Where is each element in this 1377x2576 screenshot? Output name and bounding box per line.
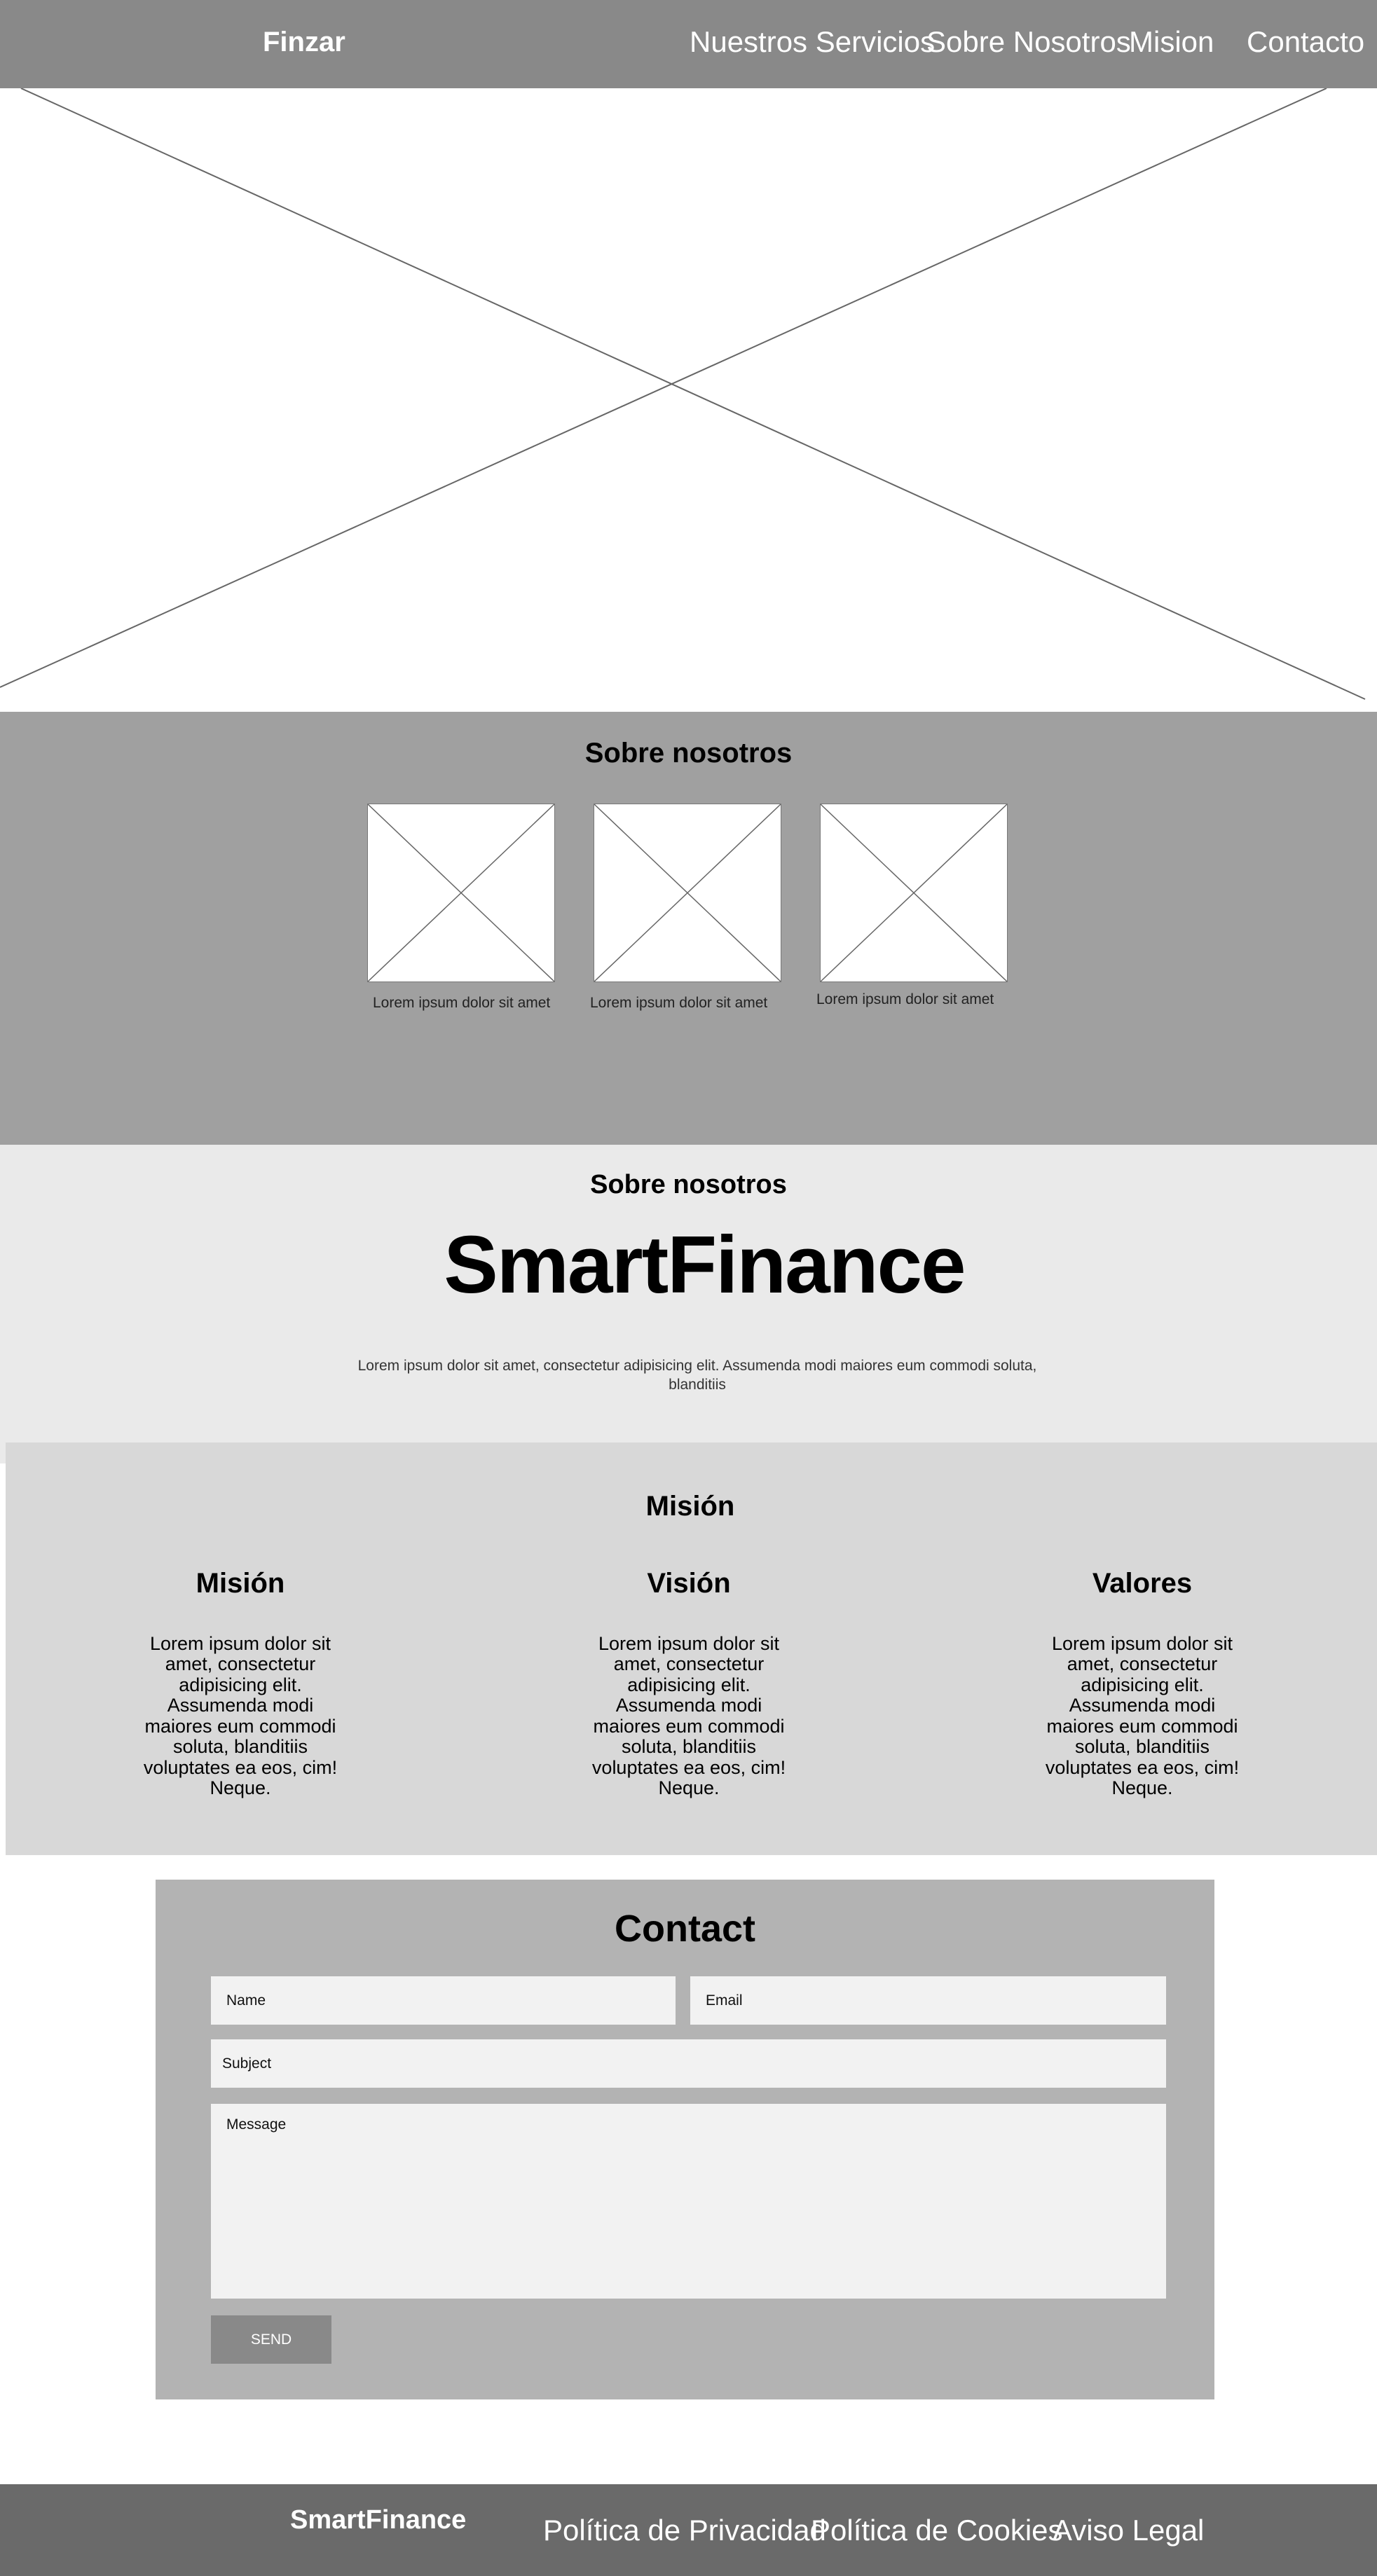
- footer-link-legal[interactable]: Aviso Legal: [1053, 2514, 1204, 2547]
- vision-column-text: Lorem ipsum dolor sit amet, consectetur …: [591, 1633, 786, 1798]
- gallery-image-2: [594, 804, 781, 982]
- mission-column-text: Lorem ipsum dolor sit amet, consectetur …: [143, 1633, 338, 1798]
- gallery-image-1: [367, 804, 555, 982]
- subject-field[interactable]: [211, 2039, 1166, 2088]
- about-title: Sobre nosotros: [584, 738, 793, 769]
- gallery-caption-2: Lorem ipsum dolor sit amet: [590, 995, 768, 1011]
- vision-column-title: Visión: [647, 1568, 731, 1599]
- contact-title: Contact: [615, 1908, 755, 1950]
- gallery-caption-1: Lorem ipsum dolor sit amet: [373, 995, 551, 1011]
- nav-link-sobre-nosotros[interactable]: Sobre Nosotros: [926, 25, 1131, 59]
- nav-link-mision[interactable]: Mision: [1129, 25, 1214, 59]
- brand-section-subtitle: Sobre nosotros: [590, 1170, 787, 1199]
- brand-description: Lorem ipsum dolor sit amet, consectetur …: [357, 1358, 1037, 1393]
- footer-brand[interactable]: SmartFinance: [290, 2505, 466, 2535]
- image-placeholder-icon: [821, 804, 1007, 982]
- hero-image-placeholder: [0, 88, 1377, 712]
- image-placeholder-icon: [0, 88, 1366, 700]
- name-field[interactable]: [211, 1976, 676, 2025]
- values-column-title: Valores: [1092, 1568, 1193, 1599]
- brand-name-heading: SmartFinance: [444, 1219, 966, 1310]
- footer-link-cookies[interactable]: Política de Cookies: [811, 2514, 1063, 2547]
- values-column-text: Lorem ipsum dolor sit amet, consectetur …: [1045, 1633, 1240, 1798]
- message-field[interactable]: [211, 2104, 1166, 2299]
- mission-section-title: Misión: [645, 1491, 735, 1522]
- nav-link-servicios[interactable]: Nuestros Servicios: [690, 25, 935, 59]
- image-placeholder-icon: [368, 804, 554, 982]
- image-placeholder-icon: [594, 804, 781, 982]
- send-button[interactable]: SEND: [211, 2315, 331, 2364]
- nav-link-contacto[interactable]: Contacto: [1247, 25, 1364, 59]
- gallery-image-3: [820, 804, 1008, 982]
- email-field[interactable]: [690, 1976, 1166, 2025]
- footer-link-privacy[interactable]: Política de Privacidad: [543, 2514, 826, 2547]
- mission-column-title: Misión: [196, 1568, 285, 1599]
- brand-logo[interactable]: Finzar: [263, 27, 345, 58]
- gallery-caption-3: Lorem ipsum dolor sit amet: [816, 991, 994, 1007]
